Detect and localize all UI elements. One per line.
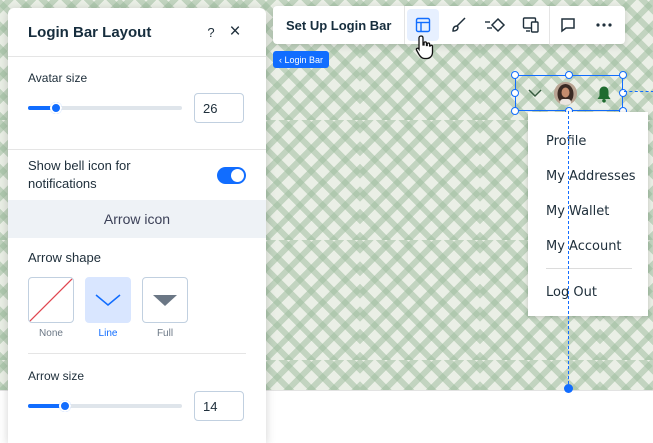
avatar-size-label: Avatar size xyxy=(28,71,88,85)
arrow-shape-full-caption: Full xyxy=(156,328,174,339)
menu-item-profile[interactable]: Profile xyxy=(528,124,648,159)
arrow-shape-line-option[interactable]: Line xyxy=(85,277,131,339)
mobile-view-button[interactable] xyxy=(513,6,549,44)
bell-icon-toggle[interactable] xyxy=(217,166,246,184)
avatar[interactable] xyxy=(554,82,577,105)
login-bar-widget[interactable] xyxy=(515,75,623,111)
resize-handle[interactable] xyxy=(511,71,519,79)
arrow-icon-section-header: Arrow icon xyxy=(8,200,266,238)
anchor-handle[interactable] xyxy=(564,384,573,393)
animation-button[interactable] xyxy=(477,6,513,44)
full-arrow-icon xyxy=(153,295,177,306)
menu-divider xyxy=(546,268,632,269)
comment-button[interactable] xyxy=(550,6,586,44)
resize-handle[interactable] xyxy=(511,107,519,115)
guide-line-vertical xyxy=(568,111,569,389)
close-button[interactable]: × xyxy=(224,21,246,43)
login-bar-element-tag[interactable]: ‹ Login Bar xyxy=(273,51,330,68)
resize-handle[interactable] xyxy=(619,71,627,79)
menu-item-my-wallet[interactable]: My Wallet xyxy=(528,194,648,229)
bell-icon-toggle-label: Show bell icon for notifications xyxy=(28,158,131,191)
animation-icon xyxy=(485,17,506,33)
mobile-desktop-icon xyxy=(523,17,540,33)
login-bar-dropdown-menu: Profile My Addresses My Wallet My Accoun… xyxy=(528,112,648,316)
more-actions-button[interactable] xyxy=(586,6,622,44)
set-up-login-bar-button[interactable]: Set Up Login Bar xyxy=(273,6,406,44)
resize-handle[interactable] xyxy=(565,71,573,79)
design-brush-icon xyxy=(452,17,466,32)
bell-icon[interactable] xyxy=(596,85,612,103)
menu-item-log-out[interactable]: Log Out xyxy=(528,275,648,310)
layout-icon xyxy=(416,17,431,33)
avatar-size-input[interactable] xyxy=(194,93,244,123)
arrow-shape-label: Arrow shape xyxy=(28,250,101,265)
chevron-down-icon xyxy=(528,89,542,98)
menu-item-my-account[interactable]: My Account xyxy=(528,229,648,264)
help-button[interactable]: ? xyxy=(200,21,222,43)
more-icon xyxy=(596,23,613,27)
arrow-size-input[interactable] xyxy=(194,391,244,421)
avatar-size-slider[interactable] xyxy=(28,102,182,114)
arrow-shape-none-caption: None xyxy=(39,328,63,339)
arrow-shape-full-option[interactable]: Full xyxy=(142,277,188,339)
design-button[interactable] xyxy=(441,6,477,44)
guide-line-horizontal xyxy=(624,91,653,92)
avatar-photo-icon xyxy=(554,82,577,105)
resize-handle[interactable] xyxy=(511,89,519,97)
no-arrow-icon xyxy=(29,278,73,322)
panel-title: Login Bar Layout xyxy=(28,23,152,41)
arrow-shape-line-caption: Line xyxy=(98,328,118,339)
close-icon: × xyxy=(229,21,241,42)
login-bar-layout-panel: Login Bar Layout ? × Avatar size Show be… xyxy=(8,8,266,443)
arrow-size-slider[interactable] xyxy=(28,400,182,412)
arrow-shape-none-option[interactable]: None xyxy=(28,277,74,339)
arrow-size-label: Arrow size xyxy=(28,369,85,383)
element-toolbar: Set Up Login Bar xyxy=(273,6,625,44)
arrow-size-slider-handle[interactable] xyxy=(58,400,71,412)
hand-pointer-cursor-icon xyxy=(415,35,434,60)
line-arrow-icon xyxy=(95,294,121,306)
menu-item-my-addresses[interactable]: My Addresses xyxy=(528,159,648,194)
comment-icon xyxy=(561,18,576,33)
avatar-size-slider-handle[interactable] xyxy=(49,102,62,114)
panel-header: Login Bar Layout ? × xyxy=(8,8,266,57)
